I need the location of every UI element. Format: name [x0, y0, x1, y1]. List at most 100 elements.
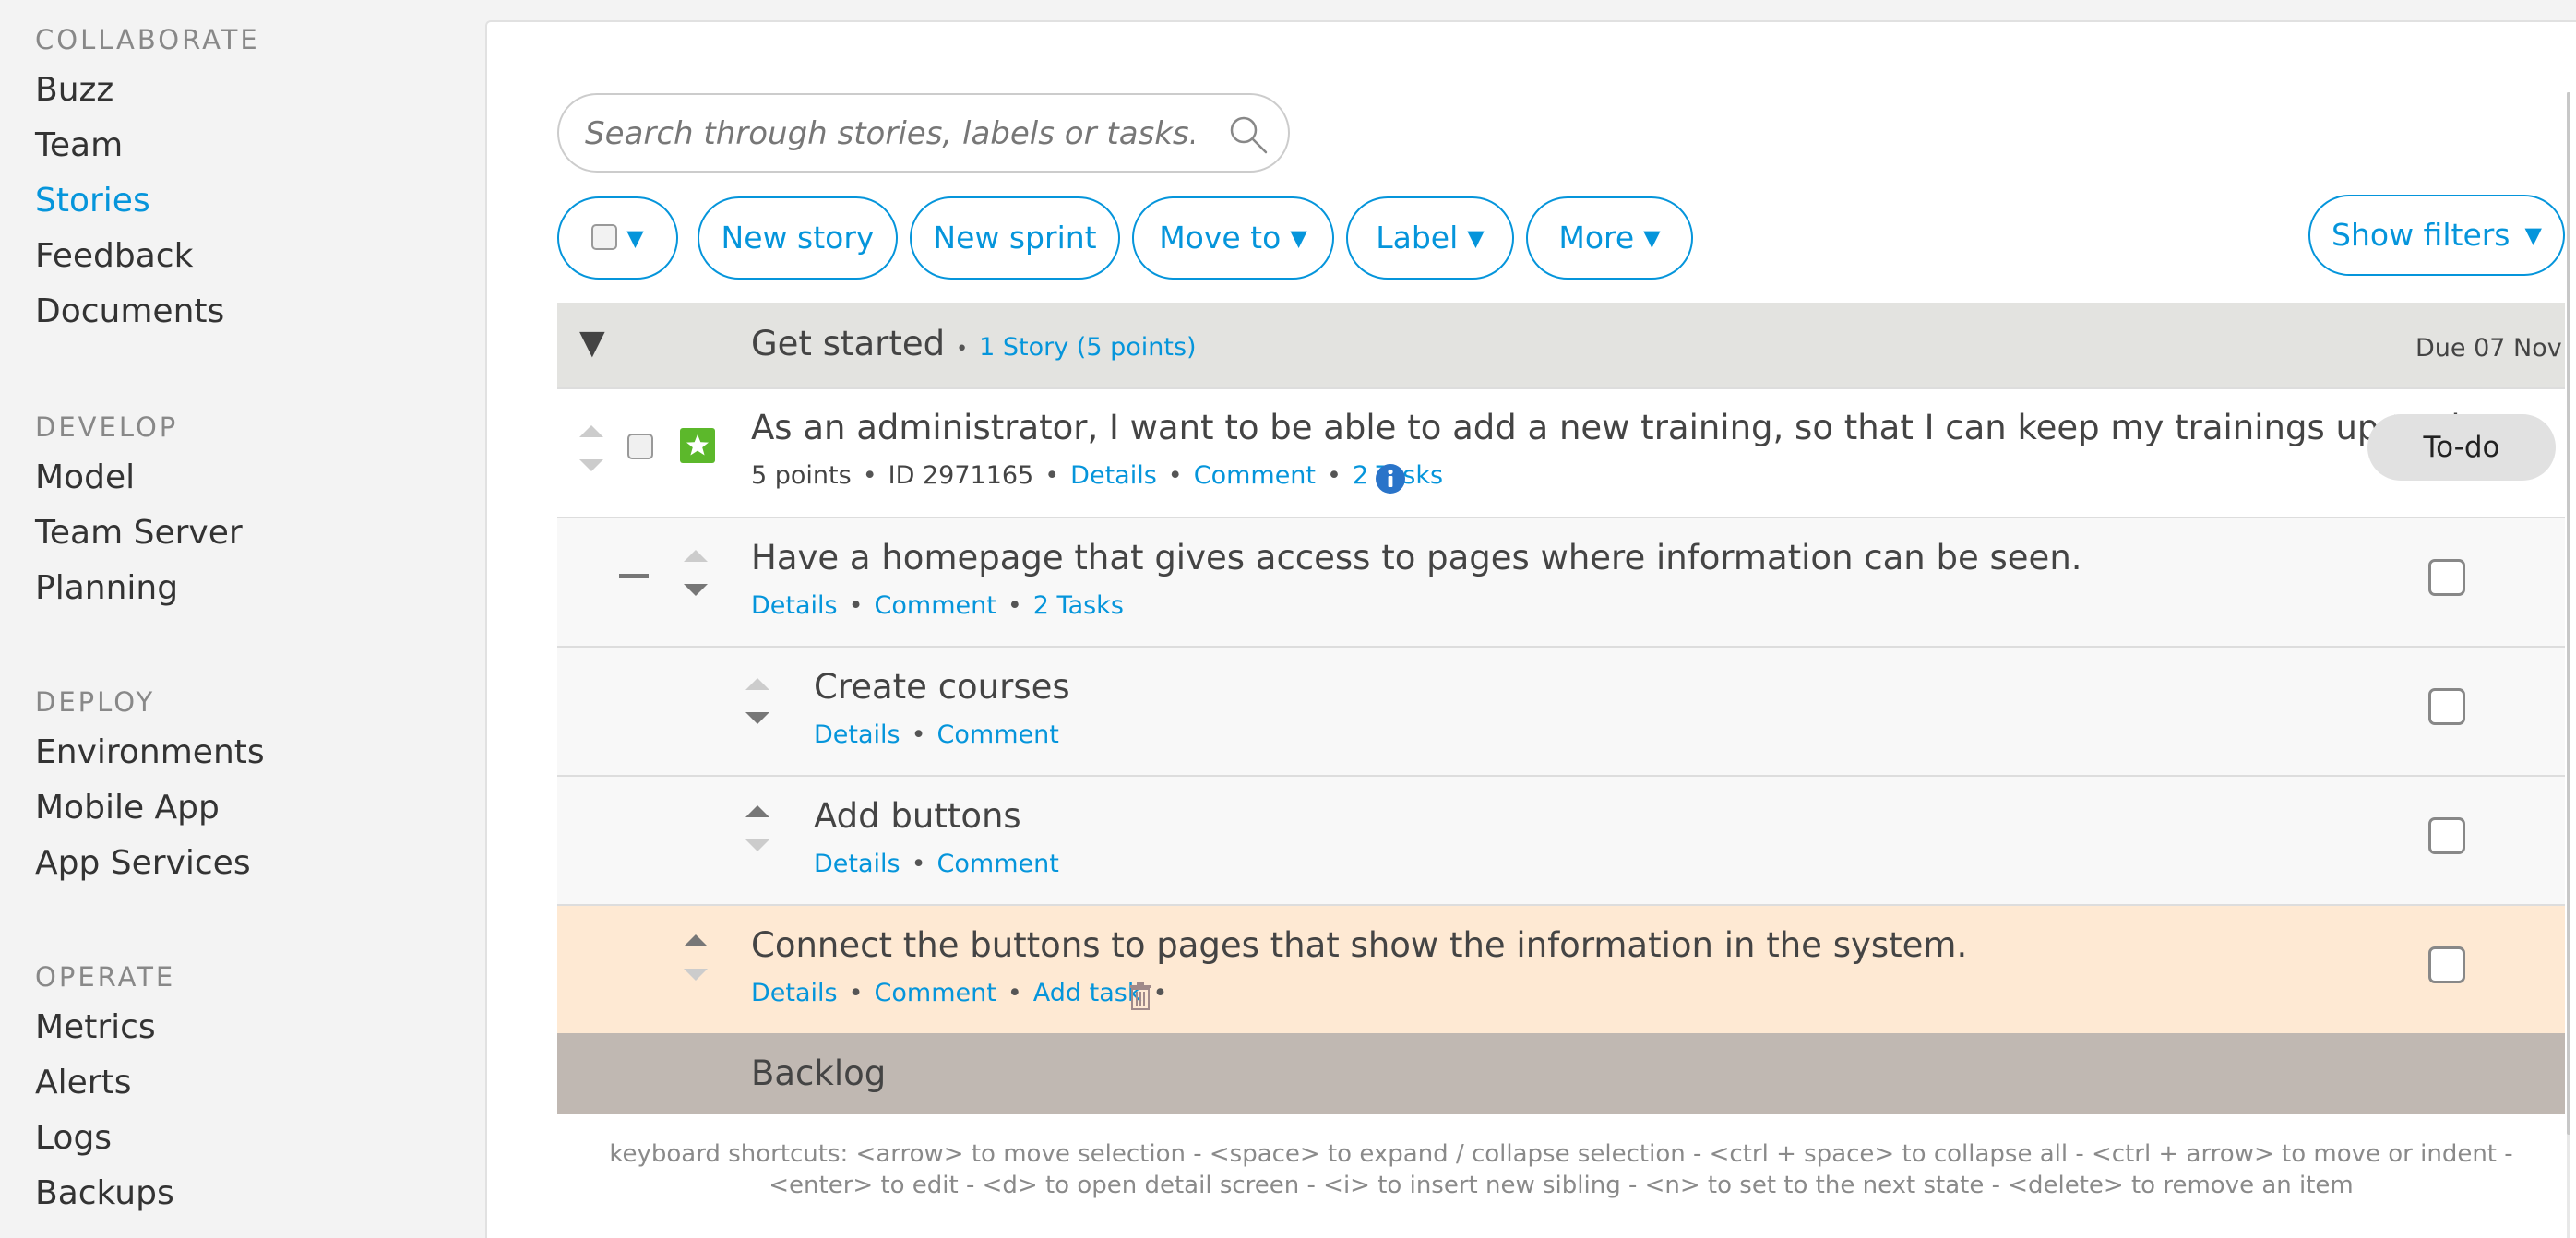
sidebar-section-develop: DEVELOP Model Team Server Planning: [35, 404, 243, 616]
sidebar-item-mobile-app[interactable]: Mobile App: [35, 780, 265, 836]
select-all-checkbox[interactable]: [591, 223, 618, 250]
separator-dot: •: [911, 850, 926, 878]
sidebar-heading: DEPLOY: [35, 686, 156, 718]
details-link[interactable]: Details: [751, 591, 838, 620]
keyboard-shortcuts-note: keyboard shortcuts: <arrow> to move sele…: [609, 1140, 2513, 1199]
info-icon[interactable]: [1375, 463, 1406, 494]
task-title[interactable]: Have a homepage that gives access to pag…: [751, 538, 2082, 577]
task-title[interactable]: Connect the buttons to pages that show t…: [751, 925, 1967, 965]
task-row[interactable]: [557, 775, 2565, 904]
sidebar-item-planning[interactable]: Planning: [35, 561, 243, 616]
details-link[interactable]: Details: [814, 720, 900, 749]
select-all-dropdown[interactable]: ▼: [557, 196, 678, 280]
collapse-minus-icon[interactable]: [619, 574, 649, 578]
sidebar-item-team[interactable]: Team: [35, 118, 260, 173]
sidebar-item-environments[interactable]: Environments: [35, 725, 265, 780]
status-todo-button[interactable]: To-do: [2367, 414, 2556, 481]
details-link[interactable]: Details: [1070, 461, 1157, 490]
task-row-selected[interactable]: [557, 904, 2565, 1033]
task-title[interactable]: Add buttons: [814, 796, 1021, 836]
group-summary-link[interactable]: 1 Story (5 points): [979, 333, 1196, 362]
show-filters-dropdown[interactable]: Show filters ▼: [2308, 195, 2565, 276]
scrollbar[interactable]: [2567, 92, 2570, 1238]
task-row[interactable]: [557, 517, 2565, 646]
separator-dot: •: [1044, 461, 1060, 490]
sidebar-item-backups[interactable]: Backups: [35, 1166, 175, 1221]
details-link[interactable]: Details: [751, 979, 838, 1007]
task-meta: Details • Comment • 2 Tasks: [751, 591, 1124, 620]
new-sprint-button[interactable]: New sprint: [910, 196, 1120, 280]
sidebar-section-deploy: DEPLOY Environments Mobile App App Servi…: [35, 679, 265, 891]
sidebar-item-app-services[interactable]: App Services: [35, 836, 265, 891]
chevron-down-icon: ▼: [1290, 225, 1307, 251]
task-title[interactable]: Create courses: [814, 667, 1070, 707]
move-up-icon[interactable]: [684, 934, 708, 946]
move-down-icon[interactable]: [745, 839, 769, 851]
sidebar-item-team-server[interactable]: Team Server: [35, 506, 243, 561]
separator-dot: •: [1152, 979, 1168, 1007]
sidebar-section-collaborate: COLLABORATE Buzz Team Stories Feedback D…: [35, 17, 260, 339]
chevron-down-icon: ▼: [2524, 222, 2542, 248]
comment-link[interactable]: Comment: [875, 979, 996, 1007]
story-points: 5 points: [751, 461, 852, 490]
comment-link[interactable]: Comment: [937, 720, 1059, 749]
scrollbar-thumb[interactable]: [2567, 92, 2570, 1135]
sidebar-item-logs[interactable]: Logs: [35, 1111, 175, 1166]
group-due-date: Due 07 Nov: [2415, 334, 2562, 363]
story-meta: 5 points • ID 2971165 • Details • Comment • 2 Ta…: [751, 461, 1443, 490]
move-up-icon[interactable]: [579, 425, 603, 437]
tasks-link[interactable]: 2 Tasks: [1033, 591, 1124, 620]
move-down-icon[interactable]: [579, 459, 603, 471]
story-title[interactable]: As an administrator, I want to be able t…: [751, 408, 2526, 447]
sidebar: COLLABORATE Buzz Team Stories Feedback D…: [0, 0, 485, 1238]
sidebar-item-documents[interactable]: Documents: [35, 284, 260, 339]
sidebar-item-buzz[interactable]: Buzz: [35, 63, 260, 118]
task-meta: Details • Comment: [814, 850, 1059, 878]
move-up-icon[interactable]: [684, 550, 708, 562]
move-down-icon[interactable]: [745, 712, 769, 724]
new-story-button[interactable]: New story: [698, 196, 898, 280]
task-meta: Details • Comment: [814, 720, 1059, 749]
chevron-down-icon: ▼: [1643, 225, 1661, 251]
move-down-icon[interactable]: [684, 969, 708, 981]
task-checkbox[interactable]: [2428, 946, 2465, 983]
search-input[interactable]: [585, 110, 1194, 158]
task-checkbox[interactable]: [2428, 559, 2465, 596]
separator-dot: •: [1007, 979, 1022, 1007]
story-checkbox[interactable]: [627, 434, 653, 459]
story-id-value: 2971165: [922, 461, 1034, 490]
details-link[interactable]: Details: [814, 850, 900, 878]
label-dropdown[interactable]: Label ▼: [1346, 196, 1514, 280]
task-meta: Details • Comment • Add task •: [751, 979, 1178, 1007]
search-box: [557, 93, 1290, 173]
sidebar-item-stories[interactable]: Stories: [35, 173, 260, 229]
move-up-icon[interactable]: [745, 678, 769, 690]
label-dropdown-label: Label: [1376, 220, 1459, 256]
more-dropdown[interactable]: More ▼: [1526, 196, 1693, 280]
more-label: More: [1558, 220, 1635, 256]
comment-link[interactable]: Comment: [875, 591, 996, 620]
separator-dot: •: [1327, 461, 1342, 490]
separator-dot: •: [911, 720, 926, 749]
collapse-toggle-icon[interactable]: ▼: [579, 325, 605, 362]
trash-icon[interactable]: [1129, 982, 1151, 1010]
sidebar-item-metrics[interactable]: Metrics: [35, 1000, 175, 1055]
move-down-icon[interactable]: [684, 584, 708, 596]
sidebar-item-model[interactable]: Model: [35, 450, 243, 506]
comment-link[interactable]: Comment: [937, 850, 1059, 878]
show-filters-label: Show filters: [2332, 217, 2510, 253]
story-id-label: ID: [888, 461, 915, 490]
move-to-dropdown[interactable]: Move to ▼: [1132, 196, 1334, 280]
comment-link[interactable]: Comment: [1194, 461, 1316, 490]
add-task-link[interactable]: Add task: [1033, 979, 1142, 1007]
task-checkbox[interactable]: [2428, 817, 2465, 854]
search-icon[interactable]: [1227, 113, 1270, 156]
story-row[interactable]: [557, 387, 2565, 517]
sidebar-heading: OPERATE: [35, 961, 176, 993]
task-row[interactable]: [557, 646, 2565, 775]
sidebar-item-alerts[interactable]: Alerts: [35, 1055, 175, 1111]
sidebar-item-feedback[interactable]: Feedback: [35, 229, 260, 284]
separator-dot: •: [848, 591, 864, 620]
task-checkbox[interactable]: [2428, 688, 2465, 725]
move-up-icon[interactable]: [745, 805, 769, 817]
